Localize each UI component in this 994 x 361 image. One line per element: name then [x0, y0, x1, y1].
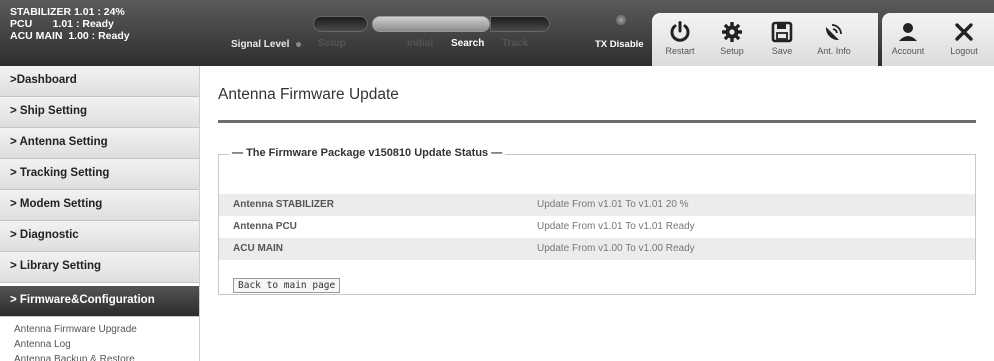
sidebar: >Dashboard > Ship Setting > Antenna Sett…: [0, 66, 200, 361]
floppy-icon: [771, 21, 793, 43]
mode-slider-active: [372, 16, 490, 32]
account-label: Account: [891, 46, 925, 56]
sidebar-item-firmware-configuration[interactable]: > Firmware&Configuration: [0, 286, 199, 317]
ant-info-label: Ant. Info: [817, 46, 851, 56]
status-line-pcu: PCU 1.01 : Ready: [10, 18, 114, 30]
status-line-acu-main: ACU MAIN 1.00 : Ready: [10, 30, 130, 42]
signal-dot-icon: [296, 41, 302, 47]
account-panel: Account Logout: [882, 13, 994, 66]
component-name: Antenna STABILIZER: [233, 199, 334, 210]
update-status-legend-text: The Firmware Package v150810 Update Stat…: [246, 147, 489, 159]
mode-search-label: Search: [451, 38, 485, 49]
logout-button[interactable]: Logout: [942, 13, 986, 66]
sidebar-item-antenna-setting[interactable]: > Antenna Setting: [0, 128, 199, 159]
restart-button[interactable]: Restart: [658, 13, 702, 66]
mode-setup-label: Setup: [318, 38, 346, 49]
setup-label: Setup: [720, 46, 744, 56]
tx-disable-toggle[interactable]: TX Disable: [595, 39, 644, 50]
user-icon: [899, 23, 917, 41]
sidebar-item-modem-setting[interactable]: > Modem Setting: [0, 190, 199, 221]
sidebar-item-library-setting[interactable]: > Library Setting: [0, 252, 199, 283]
component-status: Update From v1.00 To v1.00 Ready: [537, 243, 695, 254]
table-row: Antenna STABILIZER Update From v1.01 To …: [219, 194, 975, 216]
ant-info-button[interactable]: Ant. Info: [812, 13, 856, 66]
sidebar-submenu: Antenna Firmware Upgrade Antenna Log Ant…: [0, 317, 199, 361]
update-status-fieldset: — The Firmware Package v150810 Update St…: [218, 147, 976, 295]
account-button[interactable]: Account: [886, 13, 930, 66]
sidebar-item-dashboard[interactable]: >Dashboard: [0, 66, 199, 97]
save-label: Save: [771, 46, 793, 56]
component-name: Antenna PCU: [233, 221, 297, 232]
close-icon: [955, 23, 973, 41]
page-title: Antenna Firmware Update: [218, 86, 399, 103]
save-button[interactable]: Save: [760, 13, 804, 66]
submenu-antenna-firmware-upgrade[interactable]: Antenna Firmware Upgrade: [0, 322, 199, 337]
mode-slider-track: [490, 16, 550, 32]
system-status-block: STABILIZER 1.01 : 24% PCU 1.01 : Ready A…: [10, 6, 130, 42]
submenu-antenna-log[interactable]: Antenna Log: [0, 337, 199, 352]
tools-panel: Restart Setup Save Ant. Info: [652, 13, 878, 66]
main-content: Antenna Firmware Update — The Firmware P…: [200, 66, 994, 361]
tx-status-led-icon: [616, 15, 626, 25]
satellite-icon: [825, 24, 842, 41]
top-header: STABILIZER 1.01 : 24% PCU 1.01 : Ready A…: [0, 0, 994, 66]
component-status: Update From v1.01 To v1.01 Ready: [537, 221, 695, 232]
sidebar-item-diagnostic[interactable]: > Diagnostic: [0, 221, 199, 252]
mode-track-label: Track: [502, 38, 529, 49]
update-status-legend: — The Firmware Package v150810 Update St…: [229, 147, 506, 159]
table-row: Antenna PCU Update From v1.01 To v1.01 R…: [219, 216, 975, 238]
submenu-antenna-backup-restore[interactable]: Antenna Backup & Restore: [0, 352, 199, 361]
table-row: ACU MAIN Update From v1.00 To v1.00 Read…: [219, 238, 975, 260]
setup-button[interactable]: Setup: [710, 13, 754, 66]
title-divider: [218, 120, 976, 123]
logout-label: Logout: [950, 46, 978, 56]
mode-slider-setup: [313, 16, 368, 32]
sidebar-item-tracking-setting[interactable]: > Tracking Setting: [0, 159, 199, 190]
gear-icon: [722, 22, 742, 42]
power-icon: [670, 21, 690, 42]
back-to-main-button[interactable]: Back to main page: [233, 278, 341, 293]
sidebar-item-ship-setting[interactable]: > Ship Setting: [0, 97, 199, 128]
status-line-stabilizer: STABILIZER 1.01 : 24%: [10, 6, 125, 18]
component-status: Update From v1.01 To v1.01 20 %: [537, 199, 689, 210]
mode-initial-label: Initial: [407, 38, 434, 49]
restart-label: Restart: [665, 46, 695, 56]
component-name: ACU MAIN: [233, 243, 283, 254]
signal-level-indicator: Signal Level: [231, 39, 302, 50]
signal-level-label: Signal Level: [231, 39, 290, 50]
